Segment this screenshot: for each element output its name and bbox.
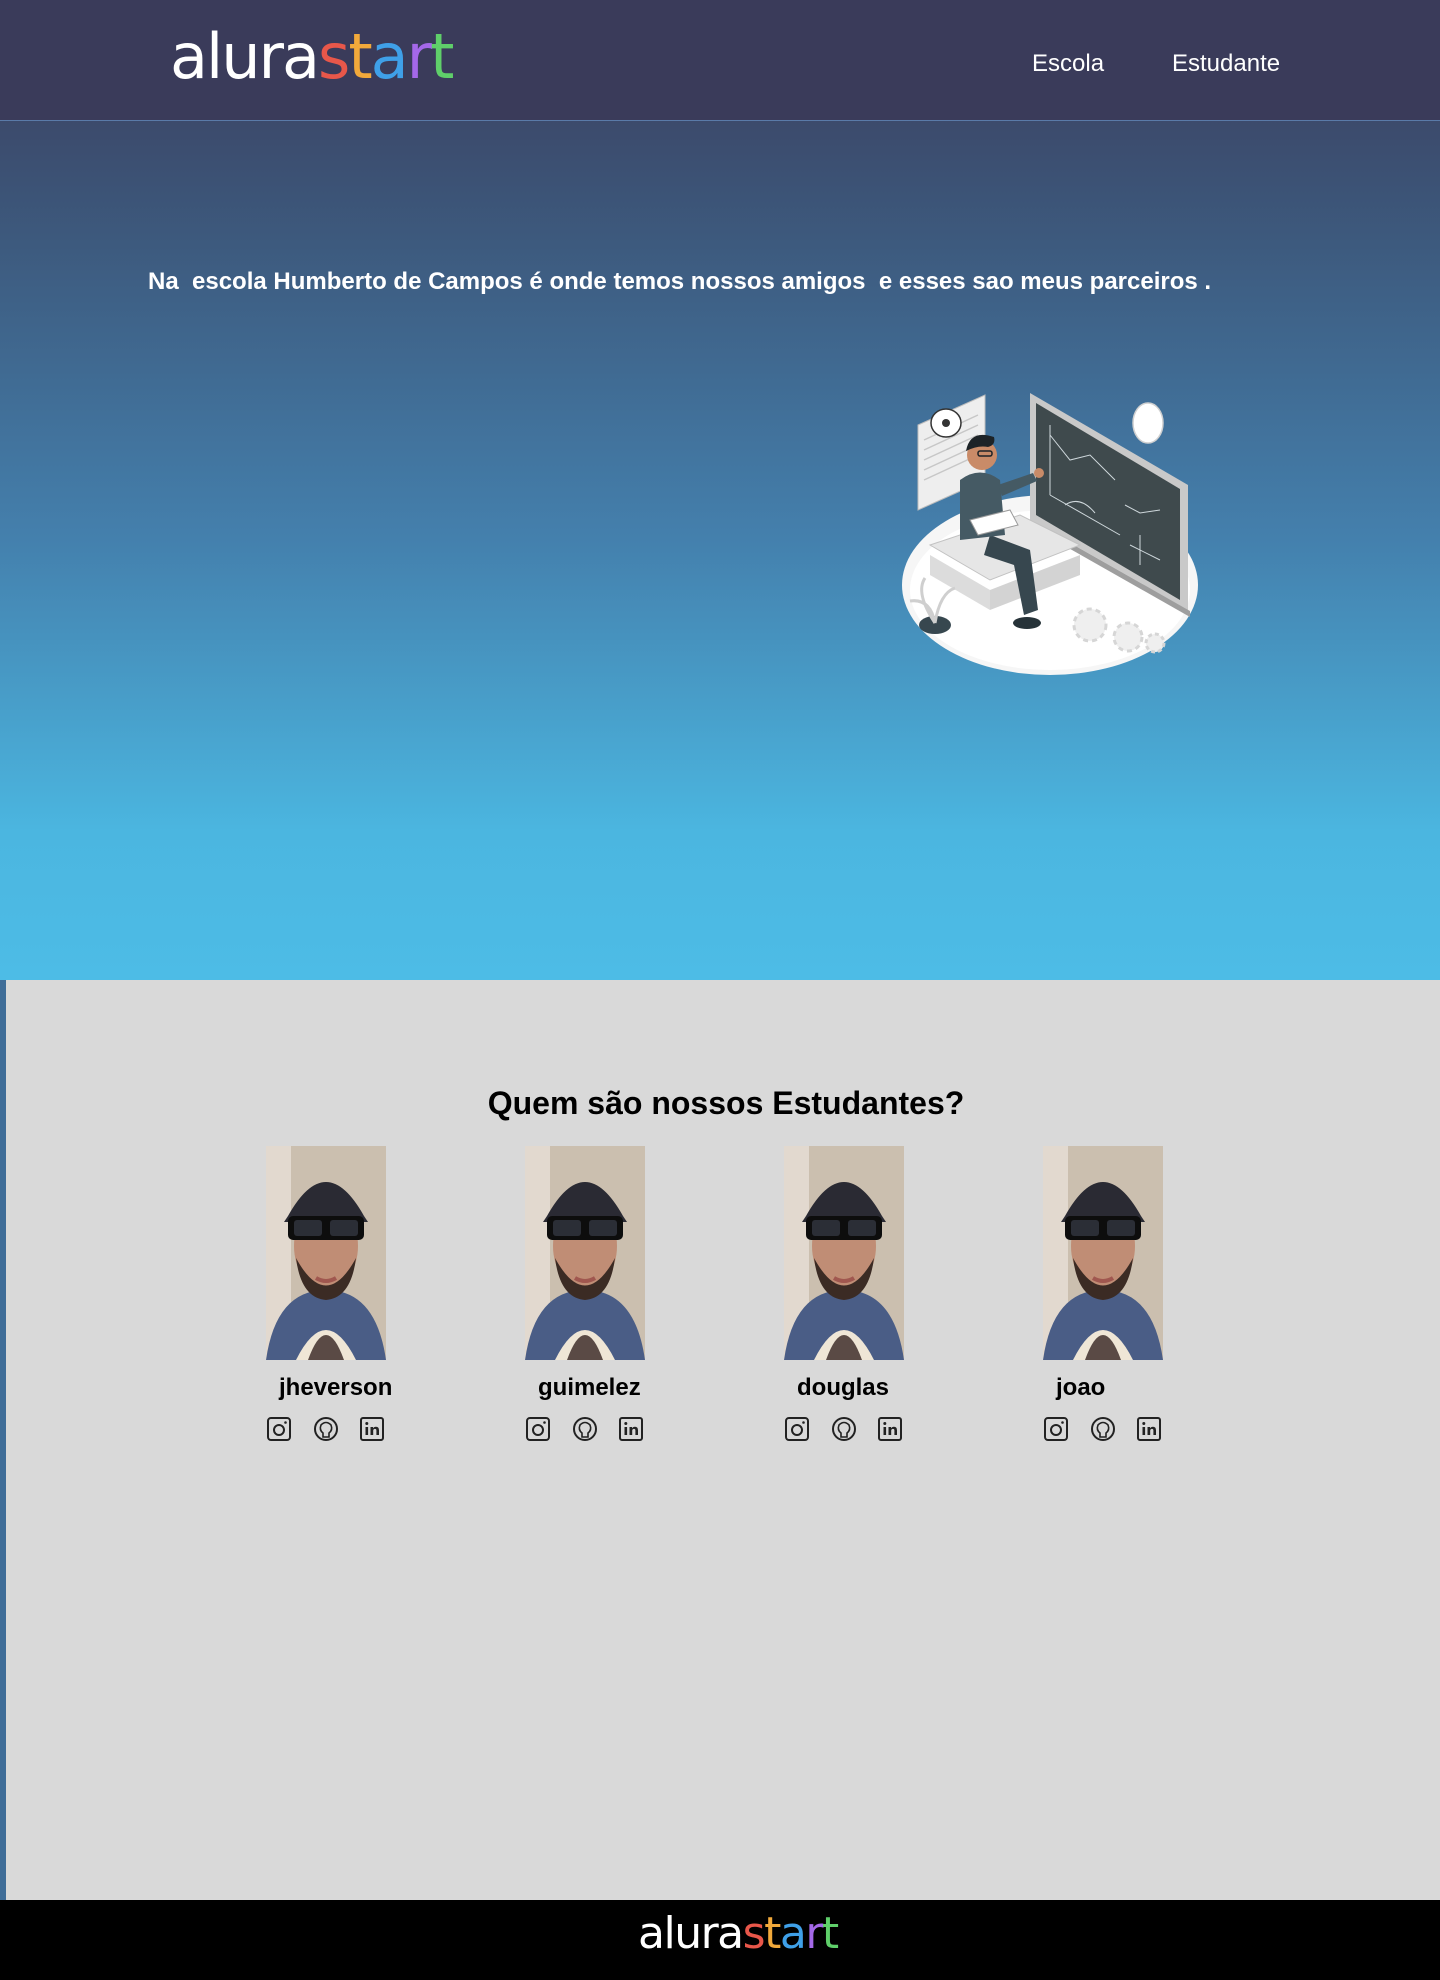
- student-photo: [784, 1146, 904, 1360]
- top-navbar: alurastart Escola Estudante: [0, 0, 1440, 121]
- footer-alurastart-logo[interactable]: alurastart: [638, 1912, 839, 1956]
- hero-text: Na escola Humberto de Campos é onde temo…: [148, 268, 1212, 295]
- student-social-links: [1043, 1416, 1173, 1442]
- instagram-icon[interactable]: [525, 1416, 551, 1442]
- student-name: douglas: [797, 1374, 890, 1401]
- student-name: jheverson: [279, 1374, 393, 1401]
- teacher-blackboard-illustration: [902, 393, 1198, 675]
- nav-link-escola[interactable]: Escola: [1032, 50, 1104, 78]
- students-section-title: Quem são nossos Estudantes?: [487, 1085, 965, 1121]
- footer: alurastart: [0, 1900, 1440, 1980]
- footer-logo-text-alura: alura: [638, 1908, 744, 1959]
- github-icon[interactable]: [313, 1416, 339, 1442]
- nav-link-estudante[interactable]: Estudante: [1172, 50, 1280, 78]
- student-social-links: [784, 1416, 914, 1442]
- student-name: joao: [1056, 1374, 1106, 1401]
- student-social-links: [266, 1416, 396, 1442]
- alurastart-logo[interactable]: alurastart: [170, 26, 454, 88]
- student-social-links: [525, 1416, 655, 1442]
- hero-section: [0, 0, 1440, 980]
- student-name: guimelez: [538, 1374, 641, 1401]
- github-icon[interactable]: [831, 1416, 857, 1442]
- instagram-icon[interactable]: [784, 1416, 810, 1442]
- instagram-icon[interactable]: [1043, 1416, 1069, 1442]
- github-icon[interactable]: [1090, 1416, 1116, 1442]
- linkedin-icon[interactable]: [618, 1416, 644, 1442]
- student-photo: [266, 1146, 386, 1360]
- instagram-icon[interactable]: [266, 1416, 292, 1442]
- linkedin-icon[interactable]: [359, 1416, 385, 1442]
- github-icon[interactable]: [572, 1416, 598, 1442]
- linkedin-icon[interactable]: [877, 1416, 903, 1442]
- student-photo: [525, 1146, 645, 1360]
- student-photo: [1043, 1146, 1163, 1360]
- linkedin-icon[interactable]: [1136, 1416, 1162, 1442]
- logo-text-alura: alura: [170, 20, 320, 93]
- logo-text-start: start: [318, 20, 454, 93]
- footer-logo-text-start: start: [742, 1908, 840, 1959]
